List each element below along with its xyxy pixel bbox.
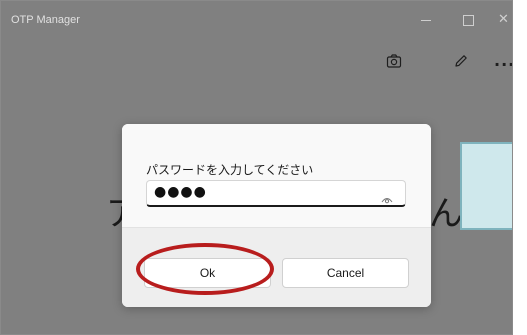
- pencil-icon[interactable]: [453, 53, 469, 73]
- maximize-icon: [463, 15, 474, 26]
- reveal-password-icon[interactable]: [381, 189, 393, 208]
- minimize-button[interactable]: [421, 13, 431, 21]
- arrow-shape: [460, 142, 512, 230]
- ok-button[interactable]: Ok: [144, 258, 271, 288]
- close-icon: ✕: [498, 12, 509, 27]
- password-dialog: パスワードを入力してください ●●●● Ok Cancel: [122, 124, 431, 307]
- minimize-icon: [421, 20, 431, 21]
- cancel-button[interactable]: Cancel: [282, 258, 409, 288]
- more-icon[interactable]: ···: [494, 55, 512, 74]
- background-text-right: ん: [429, 194, 463, 234]
- title-bar: OTP Manager ✕: [1, 1, 512, 43]
- camera-icon[interactable]: [386, 53, 402, 73]
- dialog-body: パスワードを入力してください ●●●●: [122, 124, 431, 227]
- app-title: OTP Manager: [11, 14, 80, 26]
- close-button[interactable]: ✕: [498, 13, 509, 27]
- maximize-button[interactable]: [463, 13, 474, 26]
- password-value: ●●●●: [154, 184, 207, 200]
- password-prompt: パスワードを入力してください: [146, 163, 314, 177]
- password-input[interactable]: ●●●●: [146, 180, 406, 207]
- dialog-footer: Ok Cancel: [122, 227, 431, 307]
